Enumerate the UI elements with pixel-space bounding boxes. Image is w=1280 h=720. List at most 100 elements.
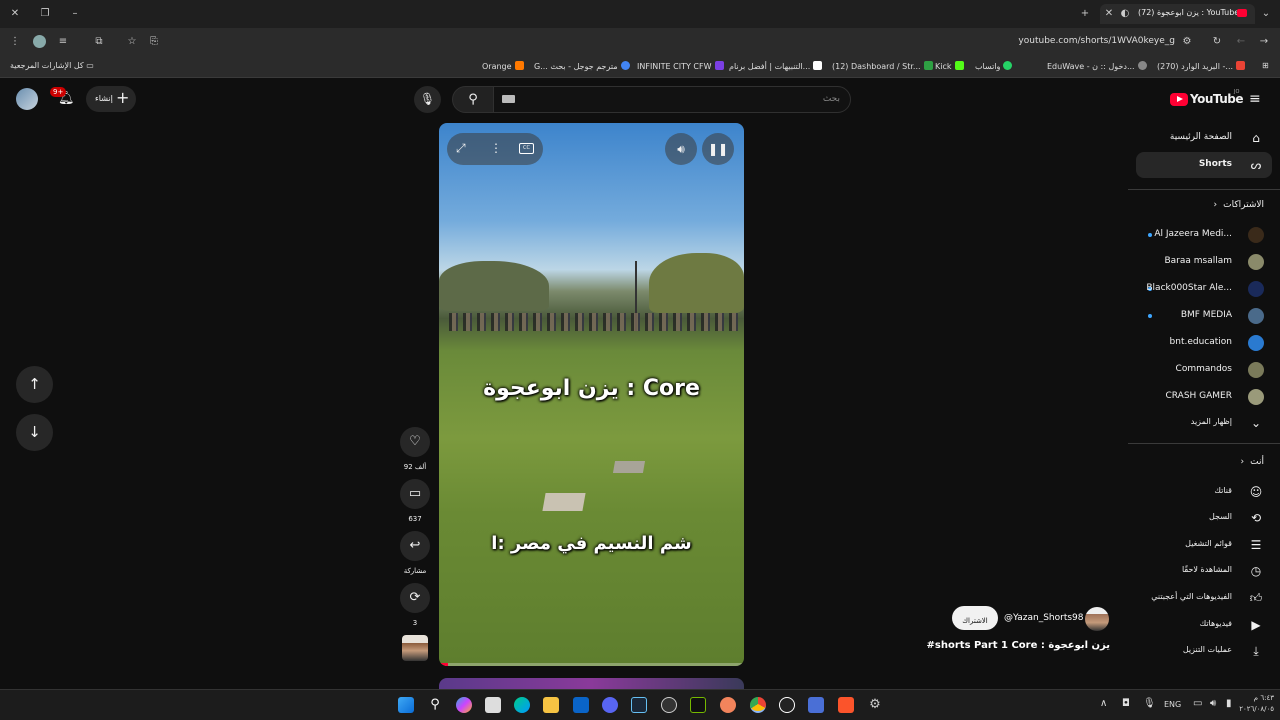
more-options-icon[interactable]: ⋮: [490, 141, 502, 155]
fullscreen-icon[interactable]: ⤢: [456, 141, 466, 156]
sidebar-item-subscription[interactable]: Commandos: [1136, 357, 1272, 383]
captions-icon[interactable]: CC: [519, 143, 534, 154]
edge-icon[interactable]: [514, 697, 530, 713]
start-button[interactable]: [398, 697, 414, 713]
sidebar-item-liked-videos[interactable]: الفيديوهات التي أعجبتني 👍︎: [1136, 585, 1272, 611]
store-icon[interactable]: [485, 697, 501, 713]
channel-avatar[interactable]: [1085, 607, 1109, 631]
all-bookmarks[interactable]: كل الإشارات المرجعية ▭: [10, 61, 94, 70]
channel-handle[interactable]: @Yazan_Shorts98: [1004, 613, 1084, 623]
bookmark-dashboard[interactable]: (12) Dashboard / Str...: [832, 61, 933, 71]
tab-search-icon[interactable]: ⌄: [1259, 7, 1273, 21]
sidebar-item-show-more[interactable]: إظهار المزيد ⌄: [1136, 410, 1272, 436]
sidebar-item-shorts[interactable]: Shorts ᔕ: [1136, 152, 1272, 178]
next-short-button[interactable]: ↓: [16, 414, 53, 451]
profile-icon[interactable]: [33, 35, 46, 48]
bookmark-gmail[interactable]: (270) البريد الوارد -...: [1157, 61, 1246, 71]
chrome-icon[interactable]: [750, 697, 766, 713]
restore-window-icon[interactable]: ❐: [38, 7, 52, 21]
copilot-icon[interactable]: [456, 697, 472, 713]
short-title[interactable]: #shorts Part 1 Core : يزن ابوعجوة: [900, 640, 1110, 651]
language-indicator[interactable]: ENG: [1164, 700, 1181, 709]
search-icon[interactable]: ⚲: [427, 697, 443, 713]
outlook-icon[interactable]: [573, 697, 589, 713]
comments-button[interactable]: ▭: [400, 479, 430, 509]
nvidia-icon[interactable]: [690, 697, 706, 713]
close-window-icon[interactable]: ✕: [8, 7, 22, 21]
file-explorer-icon[interactable]: [543, 697, 559, 713]
sidebar-item-your-videos[interactable]: فيديوهاتك ▶: [1136, 612, 1272, 638]
url-field[interactable]: youtube.com/shorts/1WVA0keye_g: [990, 36, 1175, 46]
menu-icon[interactable]: ⋮: [8, 35, 22, 49]
steam-icon[interactable]: [631, 697, 647, 713]
sidebar-item-downloads[interactable]: عمليات التنزيل ⤓: [1136, 638, 1272, 664]
voice-search-button[interactable]: 🎙︎: [414, 86, 441, 113]
sidebar-item-subscription[interactable]: Black000Star Ale...: [1136, 276, 1272, 302]
app-icon[interactable]: [720, 697, 736, 713]
like-button[interactable]: ♡: [400, 427, 430, 457]
sidebar-item-your-channel[interactable]: قناتك ☺: [1136, 479, 1272, 505]
sidebar-item-history[interactable]: السجل ⟲: [1136, 505, 1272, 531]
youtube-logo[interactable]: YouTube JO: [1170, 89, 1244, 109]
bookmark-eduwave[interactable]: EduWave - دخول :: ن...: [1047, 61, 1147, 71]
share-page-icon[interactable]: ⎘: [147, 35, 161, 49]
keyboard-icon[interactable]: [502, 95, 515, 103]
back-icon[interactable]: →: [1257, 35, 1271, 49]
bookmark-infinite[interactable]: INFINITE CITY CFW: [637, 61, 724, 71]
bookmark-translate[interactable]: G... مترجم جوجل - بحث: [534, 61, 630, 71]
short-video-player[interactable]: ⤢ ⋮ CC 🔊︎ ❚❚ يزن ابوعجوة : Core شم النسي…: [439, 123, 744, 666]
remix-button[interactable]: ⟳: [400, 583, 430, 613]
sidebar-item-home[interactable]: الصفحة الرئيسية ⌂: [1136, 125, 1272, 151]
bookmark-orange[interactable]: Orange: [482, 61, 524, 71]
tray-overflow-icon[interactable]: ∧: [1100, 698, 1107, 709]
sidebar-item-subscription[interactable]: CRASH GAMER: [1136, 384, 1272, 410]
extensions-icon[interactable]: ⧉: [92, 35, 106, 49]
previous-short-button[interactable]: ↑: [16, 366, 53, 403]
sidebar-item-subscription[interactable]: BMF MEDIA: [1136, 303, 1272, 329]
forward-icon[interactable]: ←: [1234, 35, 1248, 49]
sidebar-item-playlists[interactable]: قوائم التشغيل ☰: [1136, 532, 1272, 558]
new-tab-button[interactable]: +: [1078, 7, 1092, 21]
tray-mic-icon[interactable]: 🎙︎: [1143, 698, 1156, 709]
bookmark-star-icon[interactable]: ☆: [125, 35, 139, 49]
bookmark-kick[interactable]: Kick: [935, 61, 964, 71]
github-icon[interactable]: [661, 697, 677, 713]
sidebar-item-subscription[interactable]: Baraa msallam: [1136, 249, 1272, 275]
bookmark-alerts[interactable]: التنبيهات | أفضل برنام...: [729, 61, 823, 71]
app3-icon[interactable]: [808, 697, 824, 713]
reading-list-icon[interactable]: ≡: [56, 35, 70, 49]
progress-bar[interactable]: [439, 663, 744, 666]
reload-icon[interactable]: ↻: [1210, 35, 1224, 49]
network-icon[interactable]: ▭: [1193, 698, 1202, 709]
apps-grid-icon[interactable]: ⊞: [1262, 61, 1269, 70]
create-button[interactable]: إنشاء +: [86, 86, 136, 112]
search-button[interactable]: ⚲: [452, 86, 494, 113]
volume-button[interactable]: 🔊︎: [665, 133, 697, 165]
brave-icon[interactable]: [838, 697, 854, 713]
sound-thumbnail[interactable]: [402, 635, 428, 661]
clock[interactable]: ٦:٤٣ م ٢٠٢٦/٠٨/٠٥: [1230, 693, 1274, 715]
bookmark-whatsapp[interactable]: واتساب: [975, 61, 1013, 71]
share-button[interactable]: ↩: [400, 531, 430, 561]
sidebar-item-watch-later[interactable]: المشاهدة لاحقًا ◷: [1136, 558, 1272, 584]
audio-icon[interactable]: ◐: [1118, 7, 1132, 21]
search-input[interactable]: بحث: [493, 86, 851, 113]
discord-icon[interactable]: [602, 697, 618, 713]
site-settings-icon[interactable]: ⚙: [1180, 35, 1194, 49]
tray-app-icon[interactable]: ◘: [1122, 698, 1130, 709]
settings-icon[interactable]: ⚙: [867, 697, 883, 713]
tab-youtube[interactable]: ✕ ◐ (72) يزن ابوعجوة : YouTube: [1100, 4, 1255, 24]
sidebar-item-subscription[interactable]: Al Jazeera Medi...: [1136, 222, 1272, 248]
hamburger-menu-icon[interactable]: ≡: [1249, 91, 1261, 107]
app2-icon[interactable]: [779, 697, 795, 713]
you-header[interactable]: › أنت: [1136, 457, 1264, 475]
sidebar-item-subscription[interactable]: bnt.education: [1136, 330, 1272, 356]
volume-icon[interactable]: 🔊︎: [1210, 698, 1216, 709]
notifications-button[interactable]: 🔔︎ 9+: [50, 87, 76, 110]
close-tab-icon[interactable]: ✕: [1102, 7, 1116, 21]
subscriptions-header[interactable]: › الاشتراكات: [1136, 200, 1264, 218]
subscribe-button[interactable]: الاشتراك: [952, 606, 998, 630]
pause-button[interactable]: ❚❚: [702, 133, 734, 165]
minimize-window-icon[interactable]: –: [68, 7, 82, 21]
avatar[interactable]: [16, 88, 38, 110]
